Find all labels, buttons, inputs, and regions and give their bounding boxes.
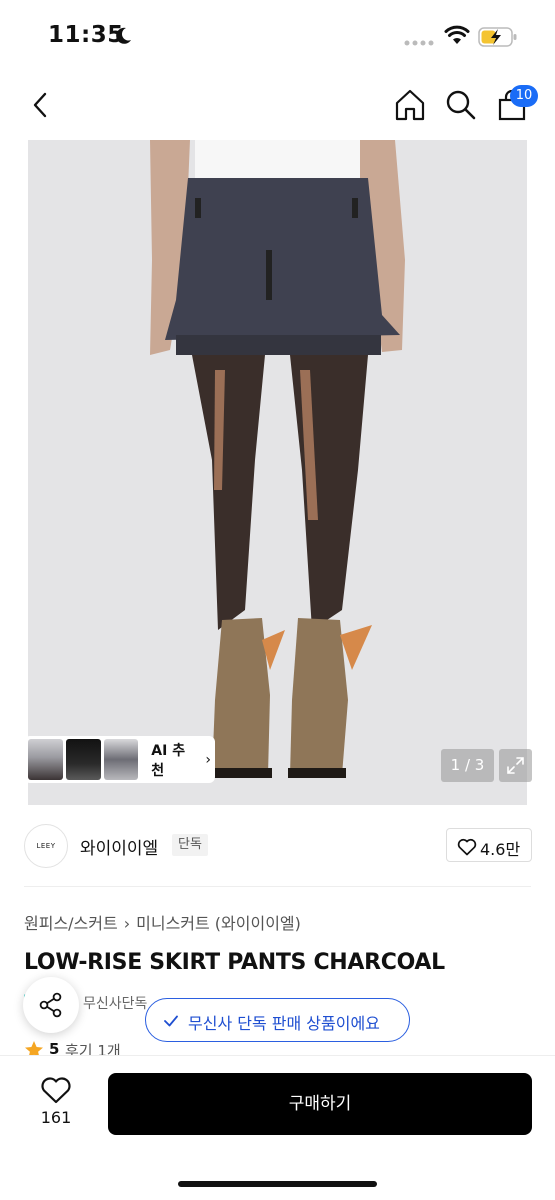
product-image[interactable] [0, 140, 555, 805]
nav-bar [0, 72, 555, 138]
breadcrumb: 원피스/스커트 › 미니스커트 (와이이이엘) [24, 910, 301, 934]
battery-charging-icon [478, 27, 517, 47]
heart-icon[interactable] [40, 1076, 72, 1104]
breadcrumb-category[interactable]: 원피스/스커트 [24, 914, 118, 933]
check-icon [164, 1015, 178, 1027]
thumbnail-1[interactable] [28, 739, 63, 780]
breadcrumb-subcategory[interactable]: 미니스커트 (와이이이엘) [136, 914, 301, 933]
brand-logo[interactable]: LEEY [24, 824, 68, 868]
moon-icon [116, 27, 131, 44]
search-icon[interactable] [442, 86, 480, 124]
ai-recommend-strip[interactable]: AI 추천 › [24, 736, 215, 783]
chevron-right-icon: › [205, 751, 211, 768]
home-icon[interactable] [391, 86, 429, 124]
divider [24, 886, 531, 887]
brand-like-count: 4.6만 [480, 840, 521, 859]
product-photo [0, 140, 555, 805]
share-button[interactable] [23, 977, 79, 1033]
exclusive-label: 무신사단독 [83, 996, 148, 1012]
status-bar: 11:35 [0, 0, 555, 72]
brand-like-button[interactable]: 4.6만 [446, 828, 532, 862]
home-indicator [178, 1181, 377, 1187]
brand-name[interactable]: 와이이이엘 [80, 834, 158, 859]
brand-row: LEEY 와이이이엘 단독 4.6만 [0, 822, 555, 870]
ai-recommend-label: AI 추천 [151, 742, 186, 779]
toast-text: 무신사 단독 판매 상품이에요 [188, 1014, 380, 1033]
bottom-like-count: 161 [40, 1108, 72, 1127]
product-title: LOW-RISE SKIRT PANTS CHARCOAL [24, 950, 445, 975]
exclusive-toast: 무신사 단독 판매 상품이에요 [145, 998, 410, 1042]
expand-button[interactable] [499, 749, 532, 782]
cart-badge: 10 [510, 85, 538, 107]
back-icon[interactable] [24, 86, 58, 124]
heart-icon [457, 838, 477, 856]
expand-icon [507, 757, 524, 774]
buy-button[interactable]: 구매하기 [108, 1073, 532, 1135]
thumbnail-3[interactable] [103, 739, 139, 780]
wifi-icon [444, 25, 470, 44]
bottom-bar: 161 구매하기 [0, 1055, 555, 1200]
share-icon [39, 992, 62, 1018]
breadcrumb-separator: › [123, 914, 131, 933]
signal-icon [404, 40, 434, 46]
page-counter: 1 / 3 [441, 749, 494, 782]
thumbnail-2[interactable] [65, 739, 101, 780]
brand-exclusive-tag: 단독 [172, 834, 208, 856]
